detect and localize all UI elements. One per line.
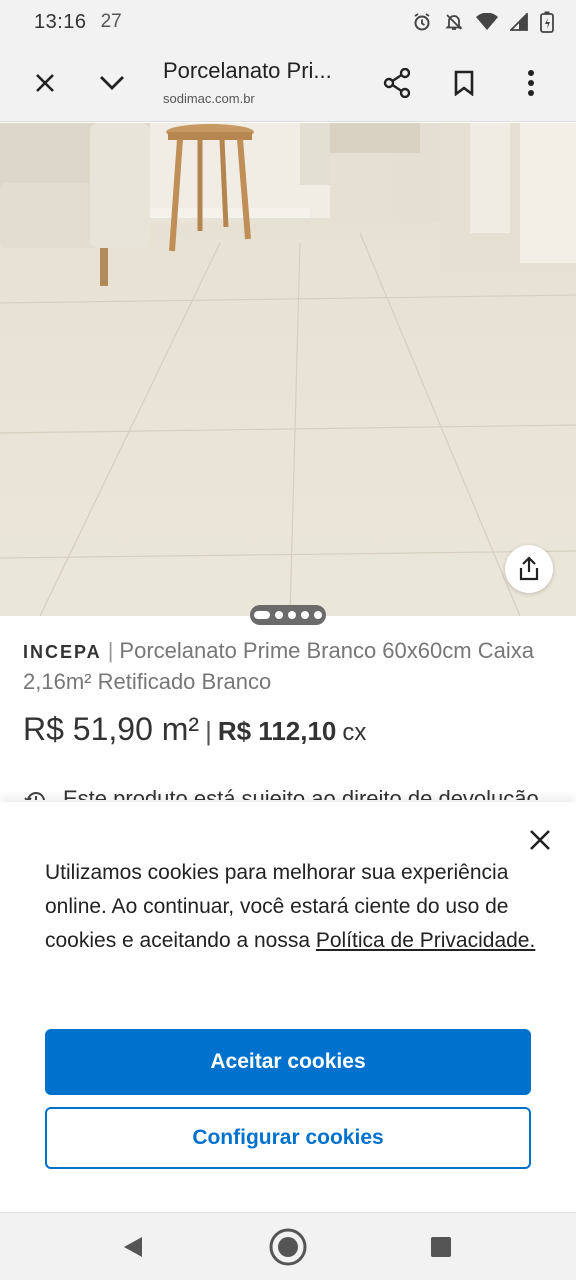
product-brand[interactable]: INCEPA bbox=[23, 642, 102, 662]
nav-recents-button[interactable] bbox=[421, 1227, 461, 1267]
cookie-banner: Utilizamos cookies para melhorar sua exp… bbox=[0, 802, 576, 1212]
privacy-policy-link[interactable]: Política de Privacidade. bbox=[316, 929, 535, 952]
price-per-m2: R$ 51,90 m² bbox=[23, 711, 200, 747]
carousel-indicator[interactable] bbox=[250, 605, 326, 625]
close-icon bbox=[530, 830, 550, 850]
carousel-dot[interactable] bbox=[254, 611, 270, 619]
alarm-icon bbox=[412, 12, 432, 32]
signal-icon bbox=[510, 13, 528, 31]
carousel-dot[interactable] bbox=[288, 611, 296, 619]
page-title: Porcelanato Pri... bbox=[163, 58, 332, 83]
price-row: R$ 51,90 m² | R$ 112,10 cx bbox=[23, 711, 553, 748]
return-history-icon bbox=[24, 792, 45, 800]
price-separator: | bbox=[205, 716, 212, 746]
share-image-button[interactable] bbox=[505, 545, 553, 593]
product-image[interactable] bbox=[0, 123, 576, 616]
share-upload-icon bbox=[519, 556, 539, 581]
home-circle-icon bbox=[269, 1228, 307, 1266]
close-tab-button[interactable] bbox=[20, 58, 70, 108]
battery-icon bbox=[540, 11, 554, 33]
wifi-icon bbox=[476, 13, 498, 31]
accept-cookies-button[interactable]: Aceitar cookies bbox=[45, 1029, 531, 1095]
minimize-button[interactable] bbox=[87, 58, 137, 108]
price-per-box: R$ 112,10 bbox=[217, 716, 337, 746]
nav-back-button[interactable] bbox=[113, 1227, 153, 1267]
share-button[interactable] bbox=[372, 58, 422, 108]
product-photo bbox=[0, 123, 576, 616]
carousel-dot[interactable] bbox=[301, 611, 309, 619]
bookmark-button[interactable] bbox=[439, 58, 489, 108]
carousel-dot[interactable] bbox=[314, 611, 322, 619]
status-temperature: 27 bbox=[100, 11, 122, 32]
share-icon bbox=[383, 68, 411, 98]
status-icons bbox=[412, 11, 554, 33]
page-url: sodimac.com.br bbox=[163, 91, 255, 106]
more-vert-icon bbox=[528, 70, 534, 96]
configure-cookies-button[interactable]: Configurar cookies bbox=[45, 1107, 531, 1169]
close-icon bbox=[36, 74, 54, 92]
return-notice: Este produto está sujeito ao direito de … bbox=[23, 786, 553, 800]
price-box-unit: cx bbox=[342, 719, 367, 746]
nav-home-button[interactable] bbox=[268, 1227, 308, 1267]
carousel-dot[interactable] bbox=[275, 611, 283, 619]
status-time: 13:16 bbox=[34, 10, 87, 33]
browser-toolbar: Porcelanato Pri... sodimac.com.br bbox=[0, 44, 576, 122]
return-notice-text: Este produto está sujeito ao direito de … bbox=[63, 786, 539, 800]
product-heading: INCEPA | Porcelanato Prime Branco 60x60cm … bbox=[23, 636, 553, 697]
cookie-close-button[interactable] bbox=[524, 824, 556, 856]
brand-separator: | bbox=[107, 638, 114, 663]
cookie-message: Utilizamos cookies para melhorar sua exp… bbox=[45, 856, 537, 958]
mute-icon bbox=[444, 12, 464, 32]
product-info: INCEPA | Porcelanato Prime Branco 60x60cm … bbox=[23, 636, 553, 748]
chevron-down-icon bbox=[100, 76, 124, 90]
back-triangle-icon bbox=[124, 1237, 142, 1257]
bookmark-icon bbox=[454, 70, 474, 96]
status-bar: 13:16 27 bbox=[0, 0, 576, 44]
more-options-button[interactable] bbox=[506, 58, 556, 108]
recents-square-icon bbox=[431, 1237, 451, 1257]
system-nav-bar bbox=[0, 1212, 576, 1280]
